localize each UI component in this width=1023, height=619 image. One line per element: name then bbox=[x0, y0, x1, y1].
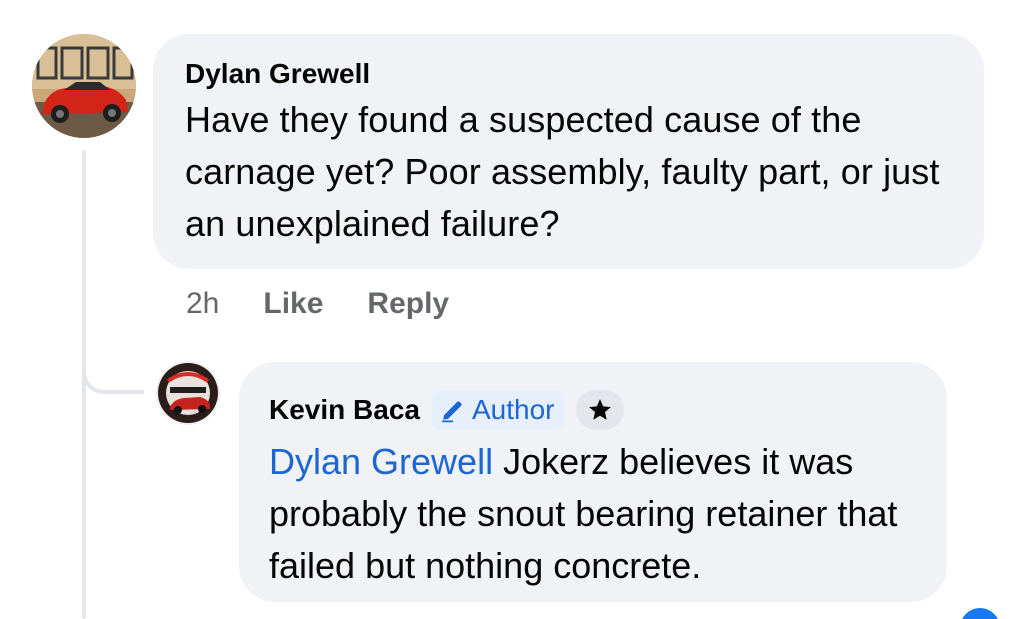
pencil-icon bbox=[442, 401, 462, 423]
reply-header: Kevin Baca Author bbox=[269, 390, 917, 430]
comment-thread: Dylan Grewell Have they found a suspecte… bbox=[0, 0, 1023, 619]
avatar[interactable] bbox=[156, 361, 220, 425]
comment-actions: 2h Like Reply bbox=[186, 282, 449, 326]
avatar[interactable] bbox=[32, 34, 136, 138]
reply-connector-curve bbox=[82, 330, 144, 394]
comment-bubble: Dylan Grewell Have they found a suspecte… bbox=[153, 34, 984, 269]
reply-bubble: Kevin Baca Author Dylan Grewell Jokerz b… bbox=[239, 362, 947, 602]
comment-author-name[interactable]: Dylan Grewell bbox=[185, 56, 954, 92]
reply-author-name[interactable]: Kevin Baca bbox=[269, 392, 420, 428]
scroll-indicator[interactable] bbox=[960, 608, 1000, 619]
like-button[interactable]: Like bbox=[263, 287, 323, 321]
comment-text: Have they found a suspected cause of the… bbox=[185, 99, 940, 244]
star-badge[interactable] bbox=[576, 390, 625, 430]
comment-timestamp[interactable]: 2h bbox=[186, 287, 219, 321]
author-badge: Author bbox=[431, 390, 565, 430]
reply-button[interactable]: Reply bbox=[367, 287, 449, 321]
author-badge-label: Author bbox=[471, 394, 555, 425]
mention-link[interactable]: Dylan Grewell bbox=[269, 441, 493, 482]
star-icon bbox=[589, 399, 612, 420]
reply-text: Dylan Grewell Jokerz believes it was pro… bbox=[269, 436, 917, 592]
